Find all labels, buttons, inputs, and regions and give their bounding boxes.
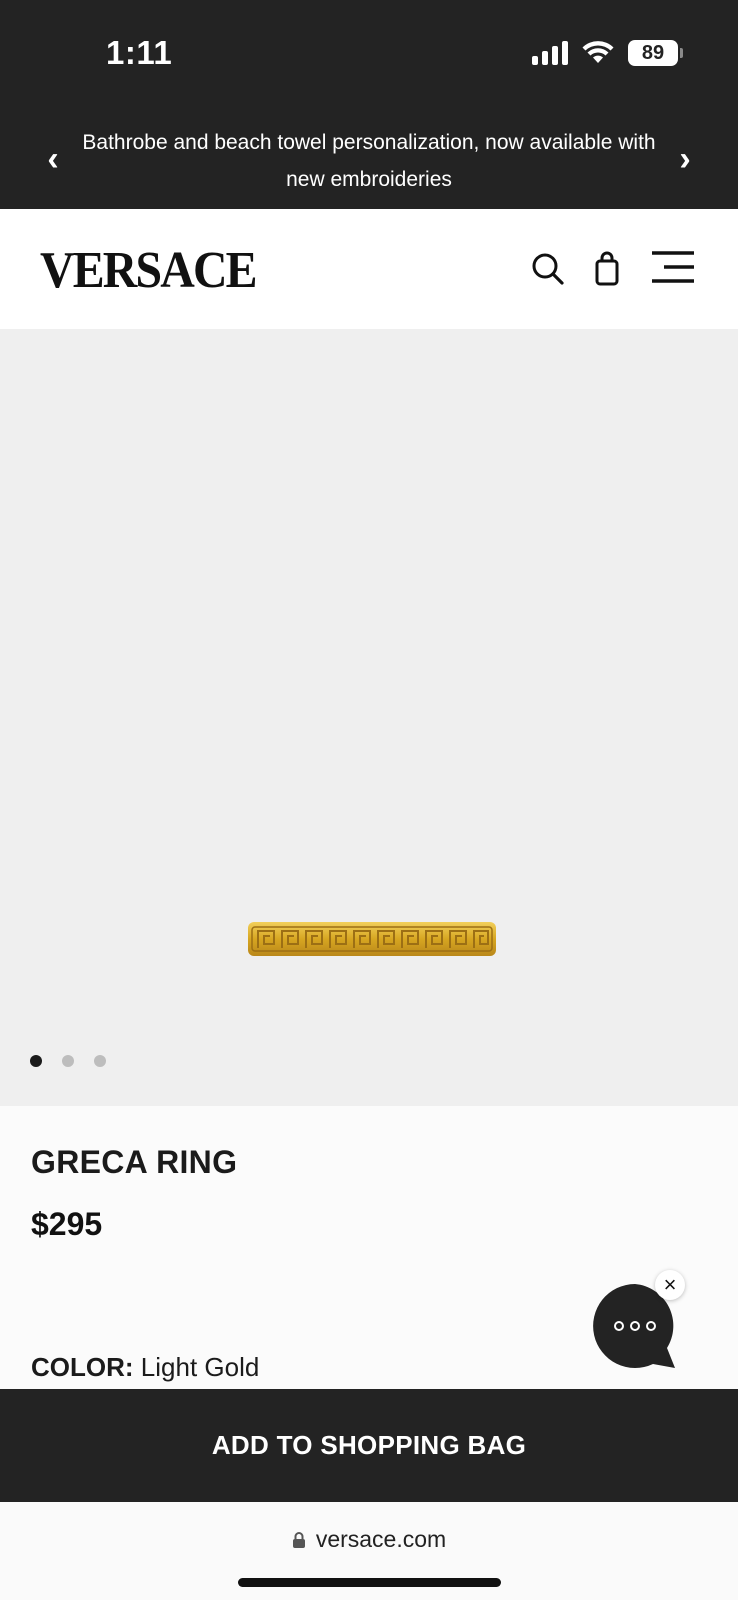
greca-ring-image bbox=[248, 922, 496, 956]
shopping-bag-icon[interactable] bbox=[587, 249, 627, 289]
gallery-dot-1[interactable] bbox=[30, 1055, 42, 1067]
chat-close-button[interactable]: × bbox=[655, 1270, 685, 1300]
product-image-gallery[interactable] bbox=[0, 329, 738, 1106]
lock-icon bbox=[292, 1531, 305, 1548]
status-time: 1:11 bbox=[106, 34, 173, 71]
hamburger-menu-icon[interactable] bbox=[650, 247, 696, 287]
color-selector[interactable]: COLOR: Light Gold bbox=[31, 1352, 259, 1383]
promo-text[interactable]: Bathrobe and beach towel personalization… bbox=[75, 124, 663, 198]
color-value: Light Gold bbox=[140, 1352, 260, 1382]
versace-logo[interactable]: VERSACE bbox=[40, 241, 258, 300]
search-icon[interactable] bbox=[528, 249, 568, 289]
top-banner: 1:11 89 ‹ Bathrobe and beach towel perso… bbox=[0, 0, 738, 209]
gallery-pagination bbox=[30, 1055, 106, 1067]
add-to-shopping-bag-button[interactable]: ADD TO SHOPPING BAG bbox=[0, 1389, 738, 1502]
url-text: versace.com bbox=[315, 1526, 447, 1552]
status-indicators: 89 bbox=[532, 40, 683, 66]
cellular-signal-icon bbox=[532, 41, 568, 65]
wifi-icon bbox=[582, 41, 614, 63]
browser-url-bar: versace.com bbox=[0, 1502, 738, 1600]
product-price: $295 bbox=[31, 1206, 103, 1242]
url-field[interactable]: versace.com bbox=[0, 1526, 738, 1553]
home-indicator[interactable] bbox=[238, 1578, 501, 1587]
site-header: VERSACE bbox=[0, 209, 738, 329]
color-label: COLOR: bbox=[31, 1352, 134, 1382]
gallery-dot-2[interactable] bbox=[62, 1055, 74, 1067]
gallery-dot-3[interactable] bbox=[94, 1055, 106, 1067]
product-name: GRECA RING bbox=[31, 1144, 238, 1180]
promo-next-button[interactable]: › bbox=[670, 140, 700, 179]
battery-icon: 89 bbox=[628, 40, 683, 66]
promo-carousel: ‹ Bathrobe and beach towel personalizati… bbox=[0, 122, 738, 202]
promo-prev-button[interactable]: ‹ bbox=[38, 140, 68, 179]
